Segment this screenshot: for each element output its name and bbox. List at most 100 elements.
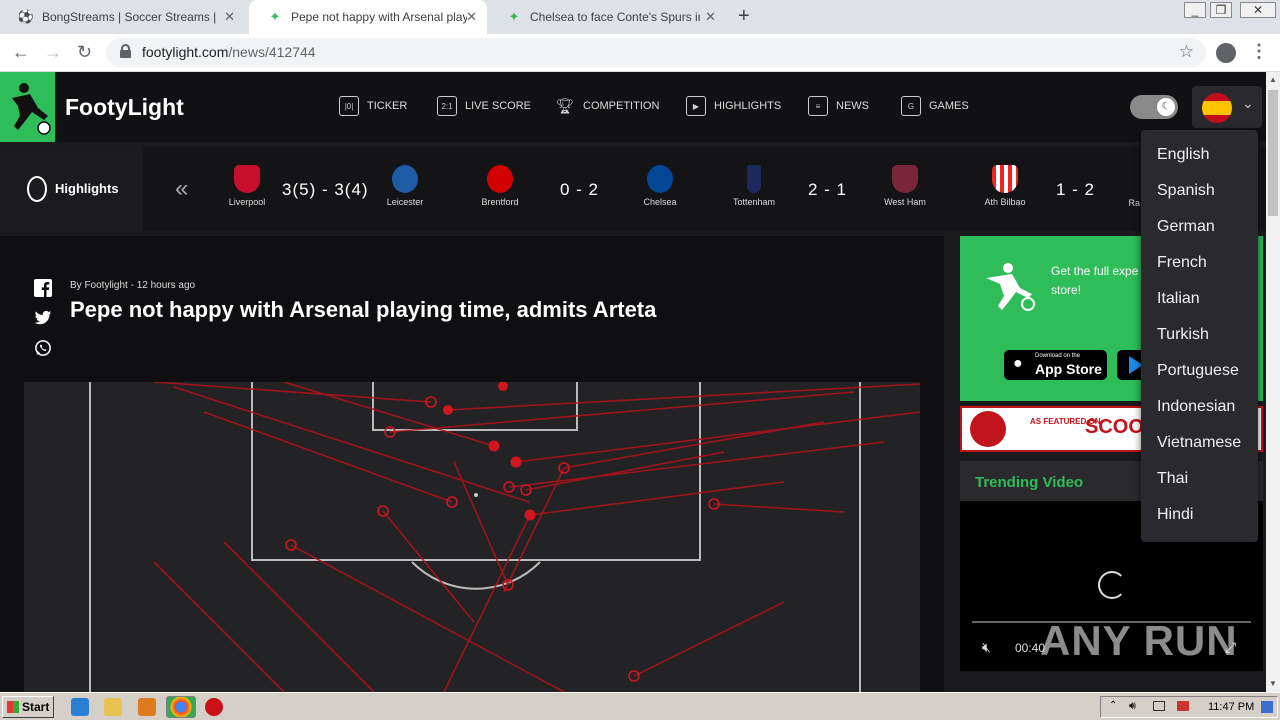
whatsapp-icon[interactable] <box>34 339 52 357</box>
highlights-ticker: Highlights « Liverpool 3(5) - 3(4) Leice… <box>0 147 1266 231</box>
nav-games[interactable]: G GAMES <box>901 96 969 116</box>
facebook-icon[interactable] <box>34 279 52 297</box>
start-button[interactable]: Start <box>2 696 54 718</box>
media-player-icon[interactable] <box>138 698 156 716</box>
system-tray: ⌃ 🔊︎ 11:47 PM <box>1100 696 1278 718</box>
nav-ticker[interactable]: |0| TICKER <box>339 96 407 116</box>
tottenham-crest-icon <box>747 165 761 193</box>
language-option-thai[interactable]: Thai <box>1157 470 1188 488</box>
forward-icon[interactable]: → <box>44 42 62 63</box>
footballer-icon <box>986 263 1035 311</box>
maximize-icon[interactable]: ❐ <box>1210 2 1232 18</box>
team-name: Brentford <box>481 197 519 207</box>
reload-icon[interactable]: ↻ <box>77 42 92 63</box>
clock: 11:47 PM <box>1208 701 1255 713</box>
language-option-french[interactable]: French <box>1157 254 1207 272</box>
language-option-turkish[interactable]: Turkish <box>1157 326 1209 344</box>
team-home[interactable]: Ath Bilbao <box>970 165 1040 207</box>
team-home[interactable]: Tottenham <box>719 165 789 207</box>
match-score[interactable]: 0 - 2 <box>560 180 599 200</box>
team-away[interactable]: Chelsea <box>625 165 695 207</box>
banner-big-text: SCOO <box>1085 416 1144 438</box>
mute-icon[interactable]: 🔇︎ <box>982 639 991 656</box>
language-option-indonesian[interactable]: Indonesian <box>1157 398 1235 416</box>
address-bar[interactable]: footylight.com/news/412744 ☆ <box>106 38 1206 67</box>
brentford-crest-icon <box>487 165 513 193</box>
tab-chelsea-article[interactable]: ✦ Chelsea to face Conte's Spurs in EFL ✕ <box>488 0 726 34</box>
language-option-spanish[interactable]: Spanish <box>1157 182 1215 200</box>
team-name: Ath Bilbao <box>984 197 1026 207</box>
nav-news[interactable]: ≡ NEWS <box>808 96 869 116</box>
security-icon[interactable] <box>1177 701 1189 711</box>
team-home[interactable]: Liverpool <box>212 165 282 207</box>
folder-icon[interactable] <box>104 698 122 716</box>
chrome-taskbar-icon[interactable] <box>166 696 196 718</box>
minimize-icon[interactable]: _ <box>1184 2 1206 18</box>
site-name[interactable]: FootyLight <box>65 94 184 121</box>
chevron-double-left-icon[interactable]: « <box>175 175 188 203</box>
language-option-hindi[interactable]: Hindi <box>1157 506 1193 524</box>
language-option-german[interactable]: German <box>1157 218 1215 236</box>
tab-title: Chelsea to face Conte's Spurs in EFL <box>530 10 700 24</box>
new-tab-icon[interactable]: + <box>738 5 750 28</box>
scroll-down-icon[interactable]: ▼ <box>1269 679 1277 688</box>
tab-title: Pepe not happy with Arsenal playing <box>291 10 467 24</box>
spain-flag-icon <box>1202 93 1232 123</box>
team-away[interactable]: Ra <box>1100 165 1140 208</box>
language-option-english[interactable]: English <box>1157 146 1209 164</box>
flame-icon <box>27 176 47 202</box>
team-away[interactable]: Leicester <box>370 165 440 207</box>
nav-live-score[interactable]: 2:1 LIVE SCORE <box>437 96 531 116</box>
close-tab-icon[interactable]: ✕ <box>705 9 716 25</box>
nav-highlights[interactable]: ▶ HIGHLIGHTS <box>686 96 781 116</box>
nav-label: LIVE SCORE <box>465 100 532 112</box>
scroll-thumb[interactable] <box>1268 90 1278 216</box>
close-window-icon[interactable]: ✕ <box>1240 2 1276 18</box>
app-store-button[interactable]: ● Download on the App Store <box>1004 350 1107 380</box>
team-home[interactable]: Brentford <box>465 165 535 207</box>
account-icon[interactable] <box>1216 43 1236 63</box>
dark-mode-toggle[interactable]: ☾ <box>1130 95 1178 119</box>
back-icon[interactable]: ← <box>12 42 30 63</box>
volume-icon[interactable]: 🔊︎ <box>1129 700 1136 713</box>
language-option-italian[interactable]: Italian <box>1157 290 1200 308</box>
ticker-icon: |0| <box>339 96 359 116</box>
menu-kebab-icon[interactable]: ⋮ <box>1250 41 1268 62</box>
scroll-up-icon[interactable]: ▲ <box>1269 75 1277 84</box>
opera-icon[interactable] <box>205 698 223 716</box>
match-score[interactable]: 1 - 2 <box>1056 180 1095 200</box>
match-score[interactable]: 2 - 1 <box>808 180 847 200</box>
team-name: Tottenham <box>732 197 776 207</box>
page-scrollbar[interactable]: ▲ ▼ <box>1266 72 1280 692</box>
site-header: FootyLight |0| TICKER 2:1 LIVE SCORE 🏆︎ … <box>0 72 1266 142</box>
footylight-favicon-icon: ✦ <box>508 9 520 24</box>
tray-expand-icon[interactable]: ⌃ <box>1109 700 1117 711</box>
url-text[interactable]: footylight.com/news/412744 <box>142 44 316 60</box>
notification-icon[interactable] <box>1261 701 1273 713</box>
match-score[interactable]: 3(5) - 3(4) <box>282 180 369 200</box>
nav-competition[interactable]: 🏆︎ COMPETITION <box>555 96 659 116</box>
article: By Footylight - 12 hours ago Pepe not ha… <box>0 236 944 693</box>
twitter-icon[interactable] <box>34 309 52 327</box>
trending-title: Trending Video <box>975 474 1084 491</box>
highlights-label-box[interactable]: Highlights <box>0 147 143 231</box>
leicester-crest-icon <box>392 165 418 193</box>
article-headline: Pepe not happy with Arsenal playing time… <box>70 297 657 322</box>
close-tab-icon[interactable]: ✕ <box>224 9 235 25</box>
team-name: Ra <box>1128 198 1140 208</box>
network-icon[interactable] <box>1153 701 1165 711</box>
url-path: /news/412744 <box>228 44 316 60</box>
team-name: Liverpool <box>228 197 266 207</box>
tab-pepe-article[interactable]: ✦ Pepe not happy with Arsenal playing ✕ <box>249 0 487 34</box>
internet-explorer-icon[interactable] <box>71 698 89 716</box>
language-option-vietnamese[interactable]: Vietnamese <box>1157 434 1241 452</box>
team-away[interactable]: West Ham <box>870 165 940 207</box>
language-option-portuguese[interactable]: Portuguese <box>1157 362 1239 380</box>
moon-icon: ☾ <box>1157 98 1175 116</box>
tab-bongstreams[interactable]: ⚽ BongStreams | Soccer Streams | NBA ✕ <box>0 0 245 34</box>
language-selector[interactable]: ⌄ <box>1192 86 1262 128</box>
language-dropdown: English Spanish German French Italian Tu… <box>1141 130 1258 542</box>
bookmark-star-icon[interactable]: ☆ <box>1179 42 1194 62</box>
footylight-logo-icon[interactable] <box>0 72 55 142</box>
close-tab-icon[interactable]: ✕ <box>466 9 477 25</box>
